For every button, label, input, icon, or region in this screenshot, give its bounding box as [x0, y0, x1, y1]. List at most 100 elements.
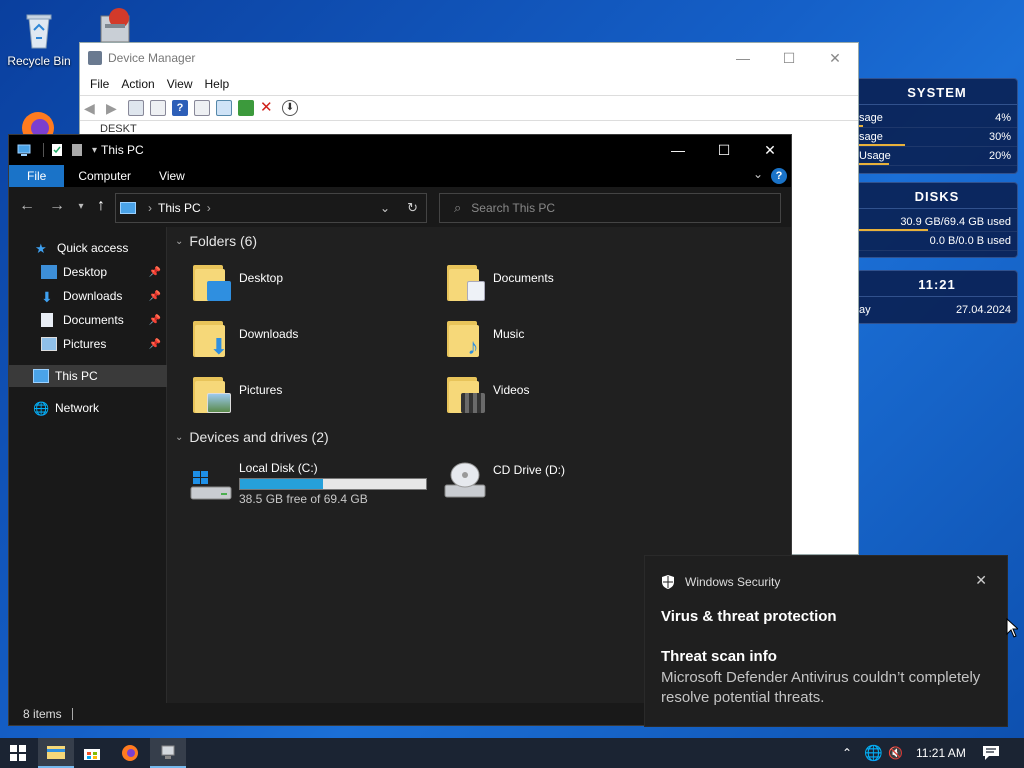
videos-folder-icon: [447, 375, 487, 415]
taskbar: ⌃ 🌐 🔇 11:21 AM: [0, 738, 1024, 768]
device-manager-titlebar[interactable]: Device Manager — ☐ ✕: [80, 43, 858, 73]
recent-locations-button[interactable]: ▾: [71, 201, 91, 212]
taskbar-store[interactable]: [74, 738, 110, 768]
forward-arrow-icon[interactable]: ▶: [106, 100, 122, 116]
nav-documents[interactable]: Documents 📌: [9, 309, 167, 331]
search-placeholder: Search This PC: [471, 201, 556, 215]
system-widget: SYSTEM sage 4% sage 30% Usage 20%: [856, 78, 1018, 174]
collapse-chevron-icon[interactable]: ⌄: [175, 236, 183, 247]
nav-pictures[interactable]: Pictures 📌: [9, 333, 167, 355]
minimize-button[interactable]: —: [655, 135, 701, 165]
tab-view[interactable]: View: [145, 165, 199, 187]
installer-shortcut-icon[interactable]: [90, 4, 140, 46]
refresh-icon[interactable]: ↻: [407, 200, 418, 216]
menu-help[interactable]: Help: [199, 77, 236, 91]
nav-this-pc[interactable]: This PC: [9, 365, 167, 387]
title-separator: [43, 143, 44, 157]
volume-muted-icon[interactable]: 🔇: [888, 746, 903, 760]
folders-group-header[interactable]: ⌄ Folders (6): [175, 233, 257, 249]
breadcrumb-chevron-icon[interactable]: ›: [207, 201, 211, 215]
folder-documents[interactable]: Documents: [447, 263, 554, 303]
nav-downloads[interactable]: ⬇ Downloads 📌: [9, 285, 167, 307]
pin-icon[interactable]: 📌: [149, 291, 161, 302]
breadcrumb-this-pc[interactable]: This PC: [158, 201, 201, 215]
maximize-button[interactable]: ☐: [701, 135, 747, 165]
folder-downloads[interactable]: ⬇ Downloads: [193, 319, 298, 359]
globe-icon[interactable]: 🌐: [864, 744, 883, 762]
system-row: sage 30%: [857, 128, 1017, 147]
system-widget-title: SYSTEM: [857, 79, 1017, 105]
breadcrumb-chevron-icon[interactable]: ›: [148, 201, 152, 215]
device-manager-menubar: File Action View Help: [80, 73, 858, 95]
help-icon[interactable]: ?: [771, 168, 787, 184]
new-folder-quick-icon[interactable]: [70, 143, 84, 157]
explorer-titlebar[interactable]: ▾ This PC — ☐ ✕: [9, 135, 791, 165]
menu-view[interactable]: View: [161, 77, 199, 91]
desktop-icon: [41, 265, 57, 279]
network-icon: 🌐: [33, 401, 50, 416]
show-hidden-icons[interactable]: ⌃: [842, 738, 852, 768]
nav-quick-access[interactable]: ★ Quick access: [9, 237, 167, 259]
drive-local-disk-c[interactable]: Local Disk (C:) 38.5 GB free of 69.4 GB: [189, 461, 427, 506]
drives-group-header[interactable]: ⌄ Devices and drives (2): [175, 429, 329, 445]
folder-music[interactable]: ♪ Music: [447, 319, 524, 359]
update-driver-icon[interactable]: [238, 100, 254, 116]
taskbar-device-manager[interactable]: [150, 738, 186, 768]
taskbar-firefox[interactable]: [112, 738, 148, 768]
show-hide-console-icon[interactable]: [128, 100, 144, 116]
expand-ribbon-icon[interactable]: ⌄: [753, 167, 763, 181]
folder-desktop[interactable]: Desktop: [193, 263, 283, 303]
forward-button[interactable]: →: [47, 197, 67, 215]
collapse-chevron-icon[interactable]: ⌄: [175, 432, 183, 443]
address-bar[interactable]: › This PC › ⌄ ↻: [115, 193, 427, 223]
nav-desktop[interactable]: Desktop 📌: [9, 261, 167, 283]
menu-action[interactable]: Action: [115, 77, 160, 91]
nav-network[interactable]: 🌐 Network: [9, 397, 167, 419]
system-row: Usage 20%: [857, 147, 1017, 166]
back-button[interactable]: ←: [17, 197, 37, 215]
menu-file[interactable]: File: [84, 77, 115, 91]
chevron-up-icon[interactable]: ⌃: [842, 746, 852, 760]
action-center-button[interactable]: [982, 738, 1000, 768]
minimize-button[interactable]: —: [720, 43, 766, 73]
clock-time: 11:21: [857, 271, 1017, 297]
recycle-bin-icon[interactable]: Recycle Bin: [4, 8, 74, 68]
action-pane-icon[interactable]: [194, 100, 210, 116]
nav-quick-access-label: Quick access: [57, 241, 129, 255]
network-tray[interactable]: 🌐: [864, 738, 883, 768]
close-icon[interactable]: ✕: [975, 572, 987, 589]
windows-security-toast[interactable]: Windows Security ✕ Virus & threat protec…: [644, 555, 1008, 727]
tab-file[interactable]: File: [9, 165, 65, 187]
clock-tray[interactable]: 11:21 AM: [916, 738, 966, 768]
nav-desktop-label: Desktop: [63, 265, 108, 279]
back-arrow-icon[interactable]: ◀: [84, 100, 100, 116]
up-button[interactable]: ↑: [91, 197, 111, 215]
address-dropdown-icon[interactable]: ⌄: [380, 201, 390, 215]
volume-tray[interactable]: 🔇: [888, 738, 903, 768]
folder-videos[interactable]: Videos: [447, 375, 529, 415]
enable-device-icon[interactable]: ⬇: [282, 100, 298, 116]
maximize-button[interactable]: ☐: [766, 43, 812, 73]
uninstall-device-icon[interactable]: ✕: [260, 100, 276, 116]
help-icon[interactable]: ?: [172, 100, 188, 116]
properties-quick-icon[interactable]: [50, 143, 64, 157]
start-button[interactable]: [0, 738, 36, 768]
disk-usage-fill: [240, 479, 323, 489]
toast-header: Windows Security: [661, 574, 780, 590]
drive-cd-d[interactable]: CD Drive (D:): [443, 461, 565, 498]
properties-icon[interactable]: [150, 100, 166, 116]
folder-pictures[interactable]: Pictures: [193, 375, 282, 415]
taskbar-file-explorer[interactable]: [38, 738, 74, 768]
pin-icon[interactable]: 📌: [149, 315, 161, 326]
document-icon: [41, 313, 53, 327]
system-row: sage 4%: [857, 109, 1017, 128]
device-manager-icon: [161, 745, 175, 759]
close-button[interactable]: ✕: [812, 43, 858, 73]
tab-computer[interactable]: Computer: [64, 165, 145, 187]
customize-quick-access-icon[interactable]: ▾: [92, 145, 97, 156]
pin-icon[interactable]: 📌: [149, 339, 161, 350]
pin-icon[interactable]: 📌: [149, 267, 161, 278]
close-button[interactable]: ✕: [747, 135, 793, 165]
search-box[interactable]: ⌕ Search This PC: [439, 193, 781, 223]
scan-hardware-icon[interactable]: [216, 100, 232, 116]
